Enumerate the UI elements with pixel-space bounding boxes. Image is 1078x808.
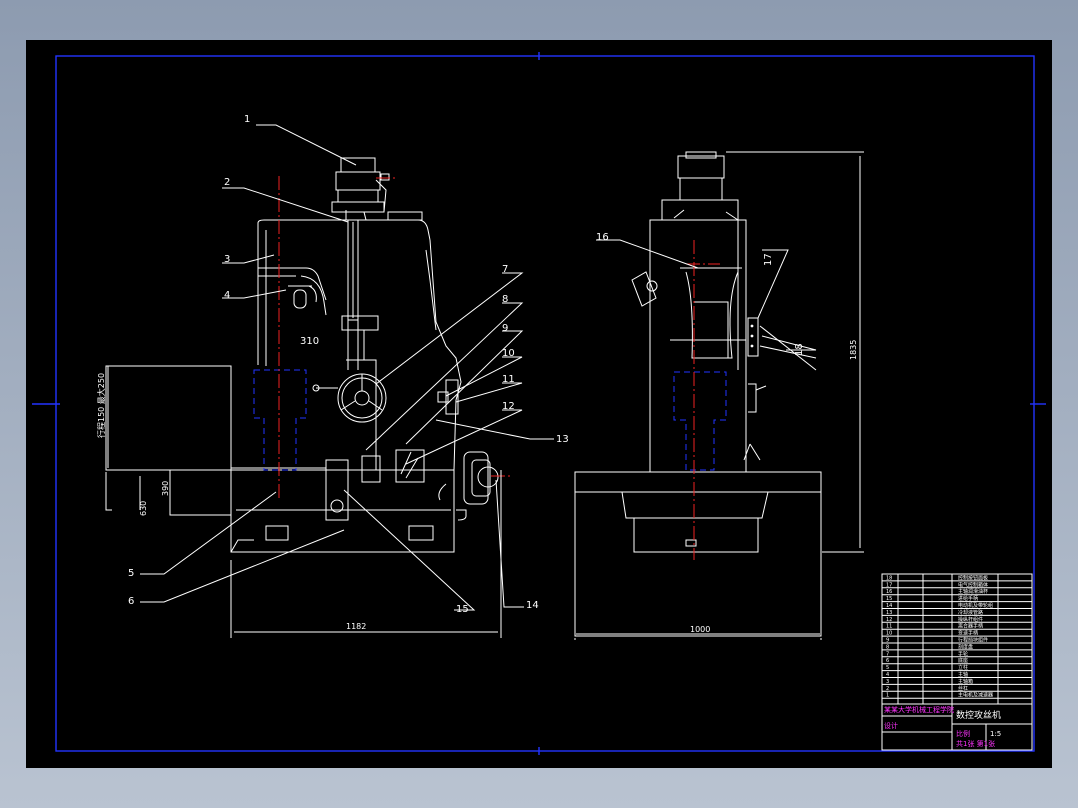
bom-row-number: 6 [886,658,889,664]
drawing-canvas: 310 1182 行程150 最大250 390 630 1000 1835 1… [32,52,1046,755]
bom-row-number: 7 [886,651,889,657]
drawer-label: 设计 [884,721,898,730]
bom-row-name: 底座 [958,657,968,664]
bom-table: 18 控制按钮面板17 电气控制箱体16 主轴润滑油杯15 进给手柄14 电动机及带轮组1… [882,574,1032,699]
part-number-12: 12 [502,401,515,412]
bom-row-name: 丝杠 [958,685,968,692]
part-number-11: 11 [502,374,515,385]
part-number-18: 18 [794,343,805,356]
bom-row-name: 手轮 [958,650,968,657]
bom-row-name: 变速手柄 [958,630,978,637]
bom-row-number: 18 [886,575,892,581]
bom-row-number: 15 [886,596,892,602]
side-view: 1000 1835 [574,151,864,640]
bom-row-name: 刻度盘 [958,643,973,650]
part-number-3: 3 [224,254,230,265]
bom-row-number: 2 [886,686,889,692]
scale-label: 比例 [956,729,970,738]
part-number-17: 17 [763,253,774,266]
bom-row-name: 主电机及减速器 [958,692,993,699]
part-number-2: 2 [224,177,230,188]
bom-row-name: 主轴 [958,671,968,678]
drawing-sheet: 310 1182 行程150 最大250 390 630 1000 1835 1… [26,40,1052,768]
bom-row-name: 电动机及带轮组 [958,602,993,609]
part-number-15: 15 [456,604,469,615]
bom-row-number: 5 [886,665,889,671]
part-number-4: 4 [224,290,230,301]
bom-row-name: 主轴润滑油杯 [958,588,988,595]
bom-row-number: 10 [886,631,892,637]
bom-row-number: 4 [886,672,889,678]
bom-row-name: 操纵杆组件 [958,616,983,623]
front-view: 310 1182 行程150 最大250 390 630 [96,124,554,638]
title-block: 18 控制按钮面板17 电气控制箱体16 主轴润滑油杯15 进给手柄14 电动机及带轮组1… [881,573,1033,751]
bom-row-name: 进给手柄 [958,595,978,602]
bom-row-number: 12 [886,617,892,623]
cad-viewport[interactable]: 310 1182 行程150 最大250 390 630 1000 1835 1… [0,0,1078,808]
part-number-5: 5 [128,568,134,579]
dim-stroke: 行程150 最大250 [96,373,106,438]
part-number-7: 7 [502,264,508,275]
bom-row-name: 立柱 [958,664,968,671]
bom-row-number: 14 [886,603,892,609]
part-number-16: 16 [596,232,609,243]
dim-table-height: 390 [161,481,170,496]
bom-row-name: 控制按钮面板 [958,574,988,581]
part-number-1: 1 [244,114,250,125]
part-number-6: 6 [128,596,134,607]
part-number-10: 10 [502,348,515,359]
bom-row-number: 8 [886,644,889,650]
part-number-13: 13 [556,434,569,445]
part-number-9: 9 [502,323,508,334]
bom-row-name: 主轴箱 [958,678,973,685]
bom-row-number: 9 [886,638,889,644]
dim-base-height: 630 [139,501,148,516]
part-number-14: 14 [526,600,539,611]
part-number-labels: 123456789101112131415161718 [128,114,805,615]
scale-value: 1:5 [990,730,1001,738]
dim-throat: 310 [300,336,319,347]
bom-row-name: 离合器手柄 [958,623,983,630]
dim-front-width: 1182 [346,622,366,631]
bom-row-number: 3 [886,679,889,685]
bom-row-name: 电气控制箱体 [958,581,988,588]
company-name: 某某大学机械工程学院 [884,705,954,714]
bom-row-name: 行程挡块组件 [958,637,988,644]
bom-row-number: 11 [886,624,892,630]
bom-row-name: 冷却液管路 [958,609,983,616]
bom-row-number: 17 [886,582,892,588]
dim-overall-height: 1835 [849,340,858,360]
bom-row-number: 13 [886,610,892,616]
drawing-name: 数控攻丝机 [956,709,1001,721]
bom-row-number: 1 [886,693,889,699]
dim-side-width: 1000 [690,625,710,634]
sheet-info: 共1张 第1张 [956,739,995,748]
bom-row-number: 16 [886,589,892,595]
part-number-8: 8 [502,294,508,305]
